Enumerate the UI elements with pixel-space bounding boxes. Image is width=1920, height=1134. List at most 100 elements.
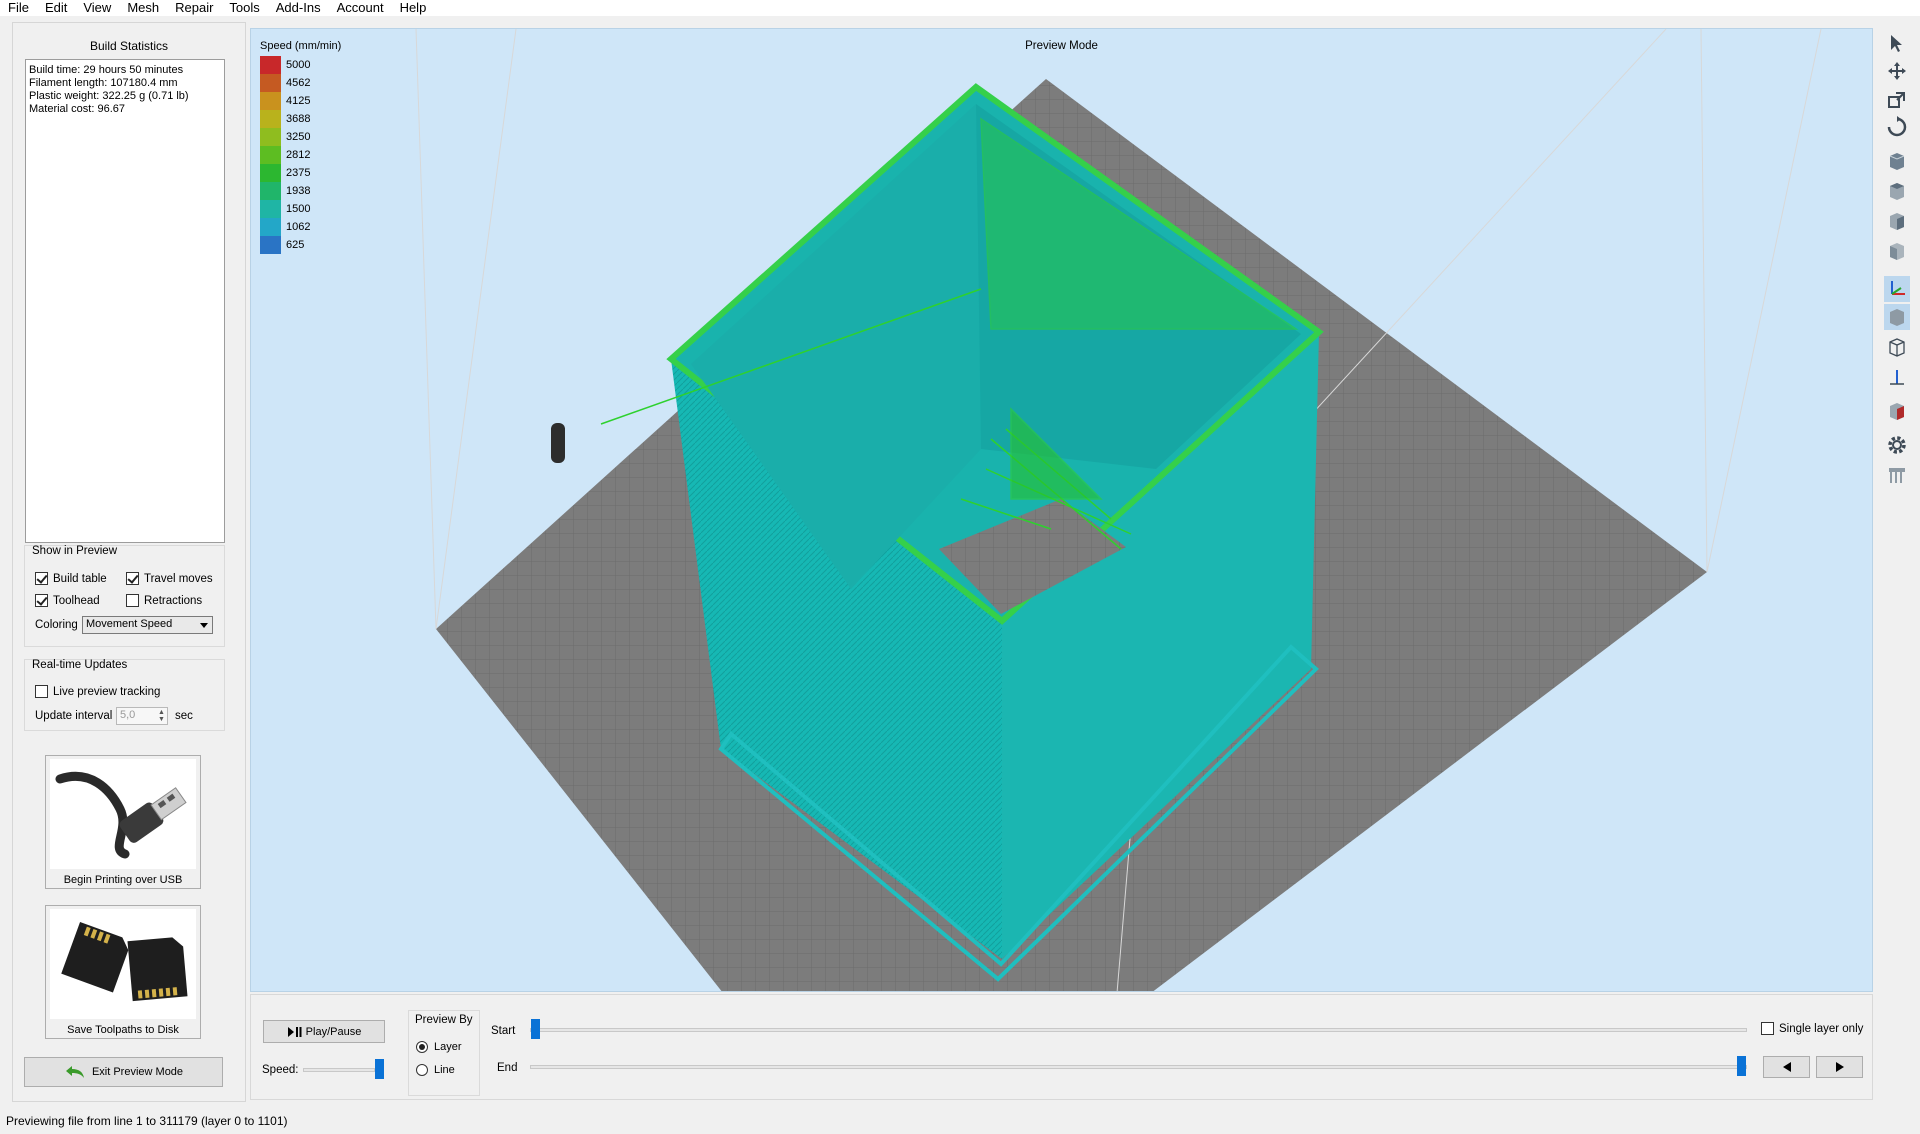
- legend-value: 3688: [286, 113, 311, 125]
- play-pause-button[interactable]: Play/Pause: [263, 1020, 385, 1043]
- layer-radio-dot[interactable]: [416, 1041, 428, 1053]
- coloring-label: Coloring: [35, 619, 78, 631]
- single-layer-checkbox-box[interactable]: [1761, 1022, 1774, 1035]
- menu-mesh[interactable]: Mesh: [119, 0, 167, 16]
- view-left-tool[interactable]: [1884, 208, 1910, 234]
- toolhead-marker: [551, 423, 565, 463]
- legend-swatch: [260, 164, 281, 182]
- normals-toggle[interactable]: [1884, 364, 1910, 390]
- live-preview-checkbox-box[interactable]: [35, 685, 48, 698]
- legend-row: 4125: [260, 92, 341, 110]
- usb-print-label: Begin Printing over USB: [63, 874, 183, 886]
- legend-swatch: [260, 56, 281, 74]
- menu-repair[interactable]: Repair: [167, 0, 221, 16]
- usb-print-button[interactable]: Begin Printing over USB: [45, 755, 201, 889]
- toolhead-checkbox[interactable]: Toolhead: [35, 594, 100, 607]
- retractions-checkbox[interactable]: Retractions: [126, 594, 202, 607]
- live-preview-label: Live preview tracking: [53, 685, 161, 698]
- speed-slider-track[interactable]: [303, 1068, 375, 1072]
- legend-row: 1062: [260, 218, 341, 236]
- line-radio-label: Line: [434, 1064, 455, 1076]
- start-slider-track[interactable]: [530, 1028, 1747, 1032]
- next-layer-button[interactable]: [1816, 1056, 1863, 1078]
- coloring-select[interactable]: Movement Speed: [82, 616, 213, 634]
- toolhead-label: Toolhead: [53, 594, 100, 607]
- menu-help[interactable]: Help: [392, 0, 435, 16]
- stats-material-cost: Material cost: 96.67: [29, 103, 125, 115]
- legend-value: 3250: [286, 131, 311, 143]
- scale-tool[interactable]: [1884, 86, 1910, 112]
- live-preview-checkbox[interactable]: Live preview tracking: [35, 685, 160, 698]
- retractions-checkbox-box[interactable]: [126, 594, 139, 607]
- menu-tools[interactable]: Tools: [221, 0, 267, 16]
- normals-icon: [1890, 370, 1904, 385]
- preview-viewport[interactable]: Preview Mode Speed (mm/min) 5000 4562 4125…: [250, 28, 1873, 992]
- start-slider-thumb[interactable]: [531, 1019, 540, 1039]
- move-tool[interactable]: [1884, 58, 1910, 84]
- scale-icon: [1888, 92, 1905, 108]
- toolhead-checkbox-box[interactable]: [35, 594, 48, 607]
- save-toolpaths-button[interactable]: Save Toolpaths to Disk: [45, 905, 201, 1039]
- menu-add-ins[interactable]: Add-Ins: [268, 0, 329, 16]
- preview-3d-scene[interactable]: [251, 29, 1873, 992]
- previous-layer-button[interactable]: [1763, 1056, 1810, 1078]
- single-layer-label: Single layer only: [1779, 1022, 1864, 1035]
- legend-swatch: [260, 146, 281, 164]
- end-slider-track[interactable]: [530, 1065, 1747, 1069]
- travel-moves-checkbox-box[interactable]: [126, 572, 139, 585]
- menu-file[interactable]: File: [0, 0, 37, 16]
- stats-plastic-weight: Plastic weight: 322.25 g (0.71 lb): [29, 90, 189, 102]
- spin-arrows-icon[interactable]: ▲ ▼: [157, 709, 166, 723]
- legend-row: 2375: [260, 164, 341, 182]
- layer-radio-label: Layer: [434, 1041, 462, 1053]
- update-interval-spinbox[interactable]: 5,0 ▲ ▼: [116, 707, 168, 725]
- wireframe-toggle[interactable]: [1884, 334, 1910, 360]
- save-toolpaths-label: Save Toolpaths to Disk: [67, 1024, 179, 1036]
- menu-edit[interactable]: Edit: [37, 0, 75, 16]
- right-toolbar: [1880, 28, 1914, 508]
- speed-slider-thumb[interactable]: [375, 1059, 384, 1079]
- view-right-tool[interactable]: [1884, 238, 1910, 264]
- axes-icon: [1891, 281, 1905, 295]
- travel-moves-checkbox[interactable]: Travel moves: [126, 572, 213, 585]
- legend-swatch: [260, 200, 281, 218]
- solid-view-toggle[interactable]: [1884, 304, 1910, 330]
- line-radio-dot[interactable]: [416, 1064, 428, 1076]
- preview-by-layer-radio[interactable]: Layer: [416, 1041, 462, 1053]
- legend-swatch: [260, 236, 281, 254]
- legend-value: 625: [286, 239, 305, 251]
- preview-by-title: Preview By: [415, 1014, 473, 1026]
- cursor-icon: [1891, 35, 1902, 52]
- menu-account[interactable]: Account: [329, 0, 392, 16]
- settings-tool[interactable]: [1884, 432, 1910, 458]
- axes-toggle[interactable]: [1884, 276, 1910, 302]
- supports-tool[interactable]: [1884, 462, 1910, 488]
- legend-value: 4562: [286, 77, 311, 89]
- rotate-icon: [1887, 116, 1907, 137]
- cube-section-icon: [1890, 403, 1904, 420]
- status-bar: Previewing file from line 1 to 311179 (l…: [0, 1110, 1920, 1134]
- legend-swatch: [260, 128, 281, 146]
- menu-view[interactable]: View: [75, 0, 119, 16]
- preview-by-line-radio[interactable]: Line: [416, 1064, 455, 1076]
- exit-preview-button[interactable]: Exit Preview Mode: [24, 1057, 223, 1087]
- build-table-checkbox[interactable]: Build table: [35, 572, 107, 585]
- cube-solid-icon: [1890, 309, 1904, 326]
- single-layer-checkbox[interactable]: Single layer only: [1761, 1022, 1863, 1035]
- build-table-checkbox-box[interactable]: [35, 572, 48, 585]
- select-tool[interactable]: [1884, 30, 1910, 56]
- legend-swatch: [260, 92, 281, 110]
- coloring-select-value: Movement Speed: [86, 618, 173, 630]
- legend-row: 1500: [260, 200, 341, 218]
- play-right-icon: [1835, 1062, 1844, 1072]
- end-slider-thumb[interactable]: [1737, 1056, 1746, 1076]
- rotate-tool[interactable]: [1884, 114, 1910, 140]
- view-front-tool[interactable]: [1884, 148, 1910, 174]
- view-top-tool[interactable]: [1884, 178, 1910, 204]
- stats-filament-length: Filament length: 107180.4 mm: [29, 77, 178, 89]
- left-panel: Build Statistics Build time: 29 hours 50…: [12, 22, 246, 1102]
- speed-legend-rows: 5000 4562 4125 3688 3250 2812 2375 1938 1500 1062…: [260, 56, 341, 254]
- build-table-label: Build table: [53, 572, 107, 585]
- legend-value: 1500: [286, 203, 311, 215]
- section-view-toggle[interactable]: [1884, 398, 1910, 424]
